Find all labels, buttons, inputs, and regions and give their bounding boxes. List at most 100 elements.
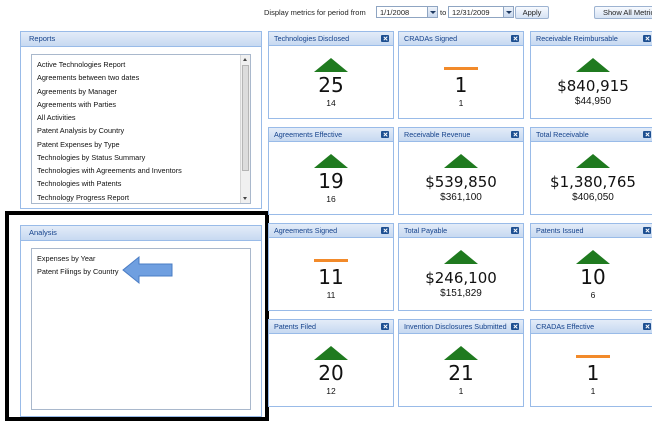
metric-tile[interactable]: Agreements Effective 19 16 [268,127,394,215]
metric-value: 1 [586,361,600,385]
metric-tile[interactable]: CRADAs Effective 1 1 [530,319,652,407]
metric-tile[interactable]: Agreements Signed 11 11 [268,223,394,311]
scroll-down-icon[interactable] [243,197,247,200]
metric-previous-value: 14 [326,98,336,108]
apply-button[interactable]: Apply [515,6,549,19]
to-date-dropdown-icon[interactable] [503,6,514,18]
metric-title: Agreements Signed [269,224,393,238]
close-icon[interactable] [643,35,651,42]
metric-previous-value: 11 [326,290,336,300]
metric-title: Total Receivable [531,128,652,142]
metric-previous-value: $361,100 [440,192,482,203]
metric-previous-value: 1 [458,386,464,396]
report-list-item[interactable]: Patent Analysis by Country [32,124,250,137]
reports-panel-title: Reports [21,32,261,47]
trend-flat-icon [444,67,478,70]
metric-previous-value: 12 [326,386,336,396]
metric-tile[interactable]: Invention Disclosures Submitted 21 1 [398,319,524,407]
close-icon[interactable] [381,323,389,330]
to-label: to [440,8,447,17]
metric-title: Agreements Effective [269,128,393,142]
report-list-item[interactable]: Agreements between two dates [32,71,250,84]
close-icon[interactable] [511,35,519,42]
from-date-dropdown-icon[interactable] [427,6,438,18]
reports-list[interactable]: Active Technologies Report Agreements bet… [31,54,251,204]
trend-up-icon [576,250,610,264]
metric-value: $840,915 [557,77,629,95]
show-all-metrics-button[interactable]: Show All Metrics [594,6,652,19]
metric-title: Patents Issued [531,224,652,238]
metric-title: Receivable Reimbursable [531,32,652,46]
close-icon[interactable] [381,131,389,138]
trend-up-icon [576,58,610,72]
close-icon[interactable] [511,131,519,138]
trend-up-icon [314,346,348,360]
reports-scrollbar[interactable] [240,55,250,203]
metric-previous-value: $406,050 [572,192,614,203]
annotation-highlight-box [5,211,269,421]
trend-up-icon [444,250,478,264]
metric-tile[interactable]: Receivable Revenue $539,850 $361,100 [398,127,524,215]
metric-tile[interactable]: Total Payable $246,100 $151,829 [398,223,524,311]
close-icon[interactable] [643,323,651,330]
metric-value: 10 [580,265,606,289]
close-icon[interactable] [381,35,389,42]
trend-flat-icon [314,259,348,262]
reports-panel: Reports Active Technologies Report Agreem… [20,31,262,209]
report-list-item[interactable]: Agreements with Parties [32,98,250,111]
metric-value: $246,100 [425,269,497,287]
period-label: Display metrics for period from [264,8,366,17]
report-list-item[interactable]: Technologies with Patents [32,177,250,190]
report-list-item[interactable]: Technologies by Status Summary [32,151,250,164]
metric-tile[interactable]: Patents Filed 20 12 [268,319,394,407]
metric-value: 20 [318,361,344,385]
metric-title: Receivable Revenue [399,128,523,142]
trend-flat-icon [576,355,610,358]
metric-tile[interactable]: Technologies Disclosed 25 14 [268,31,394,119]
scroll-thumb[interactable] [242,65,249,171]
metric-value: 25 [318,73,344,97]
metric-title: CRADAs Signed [399,32,523,46]
report-list-item[interactable]: Technology Progress Report [32,191,250,204]
to-date-input[interactable]: 12/31/2009 [448,6,504,18]
metric-previous-value: $44,950 [574,96,612,107]
trend-up-icon [314,154,348,168]
metric-value: 19 [318,169,344,193]
metric-previous-value: 6 [590,290,596,300]
metric-title: Total Payable [399,224,523,238]
metric-previous-value: 1 [458,98,464,108]
report-list-item[interactable]: Active Technologies Report [32,58,250,71]
metric-value: $539,850 [425,173,497,191]
trend-up-icon [444,154,478,168]
close-icon[interactable] [511,227,519,234]
metric-value: 21 [448,361,474,385]
metric-title: CRADAs Effective [531,320,652,334]
metric-tile[interactable]: CRADAs Signed 1 1 [398,31,524,119]
trend-up-icon [576,154,610,168]
metric-previous-value: $151,829 [440,288,482,299]
trend-up-icon [444,346,478,360]
close-icon[interactable] [381,227,389,234]
close-icon[interactable] [643,131,651,138]
close-icon[interactable] [643,227,651,234]
metric-tile[interactable]: Total Receivable $1,380,765 $406,050 [530,127,652,215]
report-list-item[interactable]: Agreements by Manager [32,85,250,98]
metric-title: Invention Disclosures Submitted [399,320,523,334]
close-icon[interactable] [511,323,519,330]
report-list-item[interactable]: All Activities [32,111,250,124]
period-toolbar: Display metrics for period from 1/1/2008… [262,4,652,20]
metric-previous-value: 16 [326,194,336,204]
scroll-up-icon[interactable] [243,58,247,61]
report-list-item[interactable]: Technologies with Agreements and Invento… [32,164,250,177]
metric-previous-value: 1 [590,386,596,396]
metric-tile[interactable]: Patents Issued 10 6 [530,223,652,311]
report-list-item[interactable]: Patent Expenses by Type [32,138,250,151]
from-date-input[interactable]: 1/1/2008 [376,6,428,18]
trend-up-icon [314,58,348,72]
metric-title: Patents Filed [269,320,393,334]
metric-value: 11 [318,265,344,289]
metric-value: 1 [454,73,468,97]
metric-title: Technologies Disclosed [269,32,393,46]
metric-value: $1,380,765 [550,173,636,191]
metric-tile[interactable]: Receivable Reimbursable $840,915 $44,950 [530,31,652,119]
